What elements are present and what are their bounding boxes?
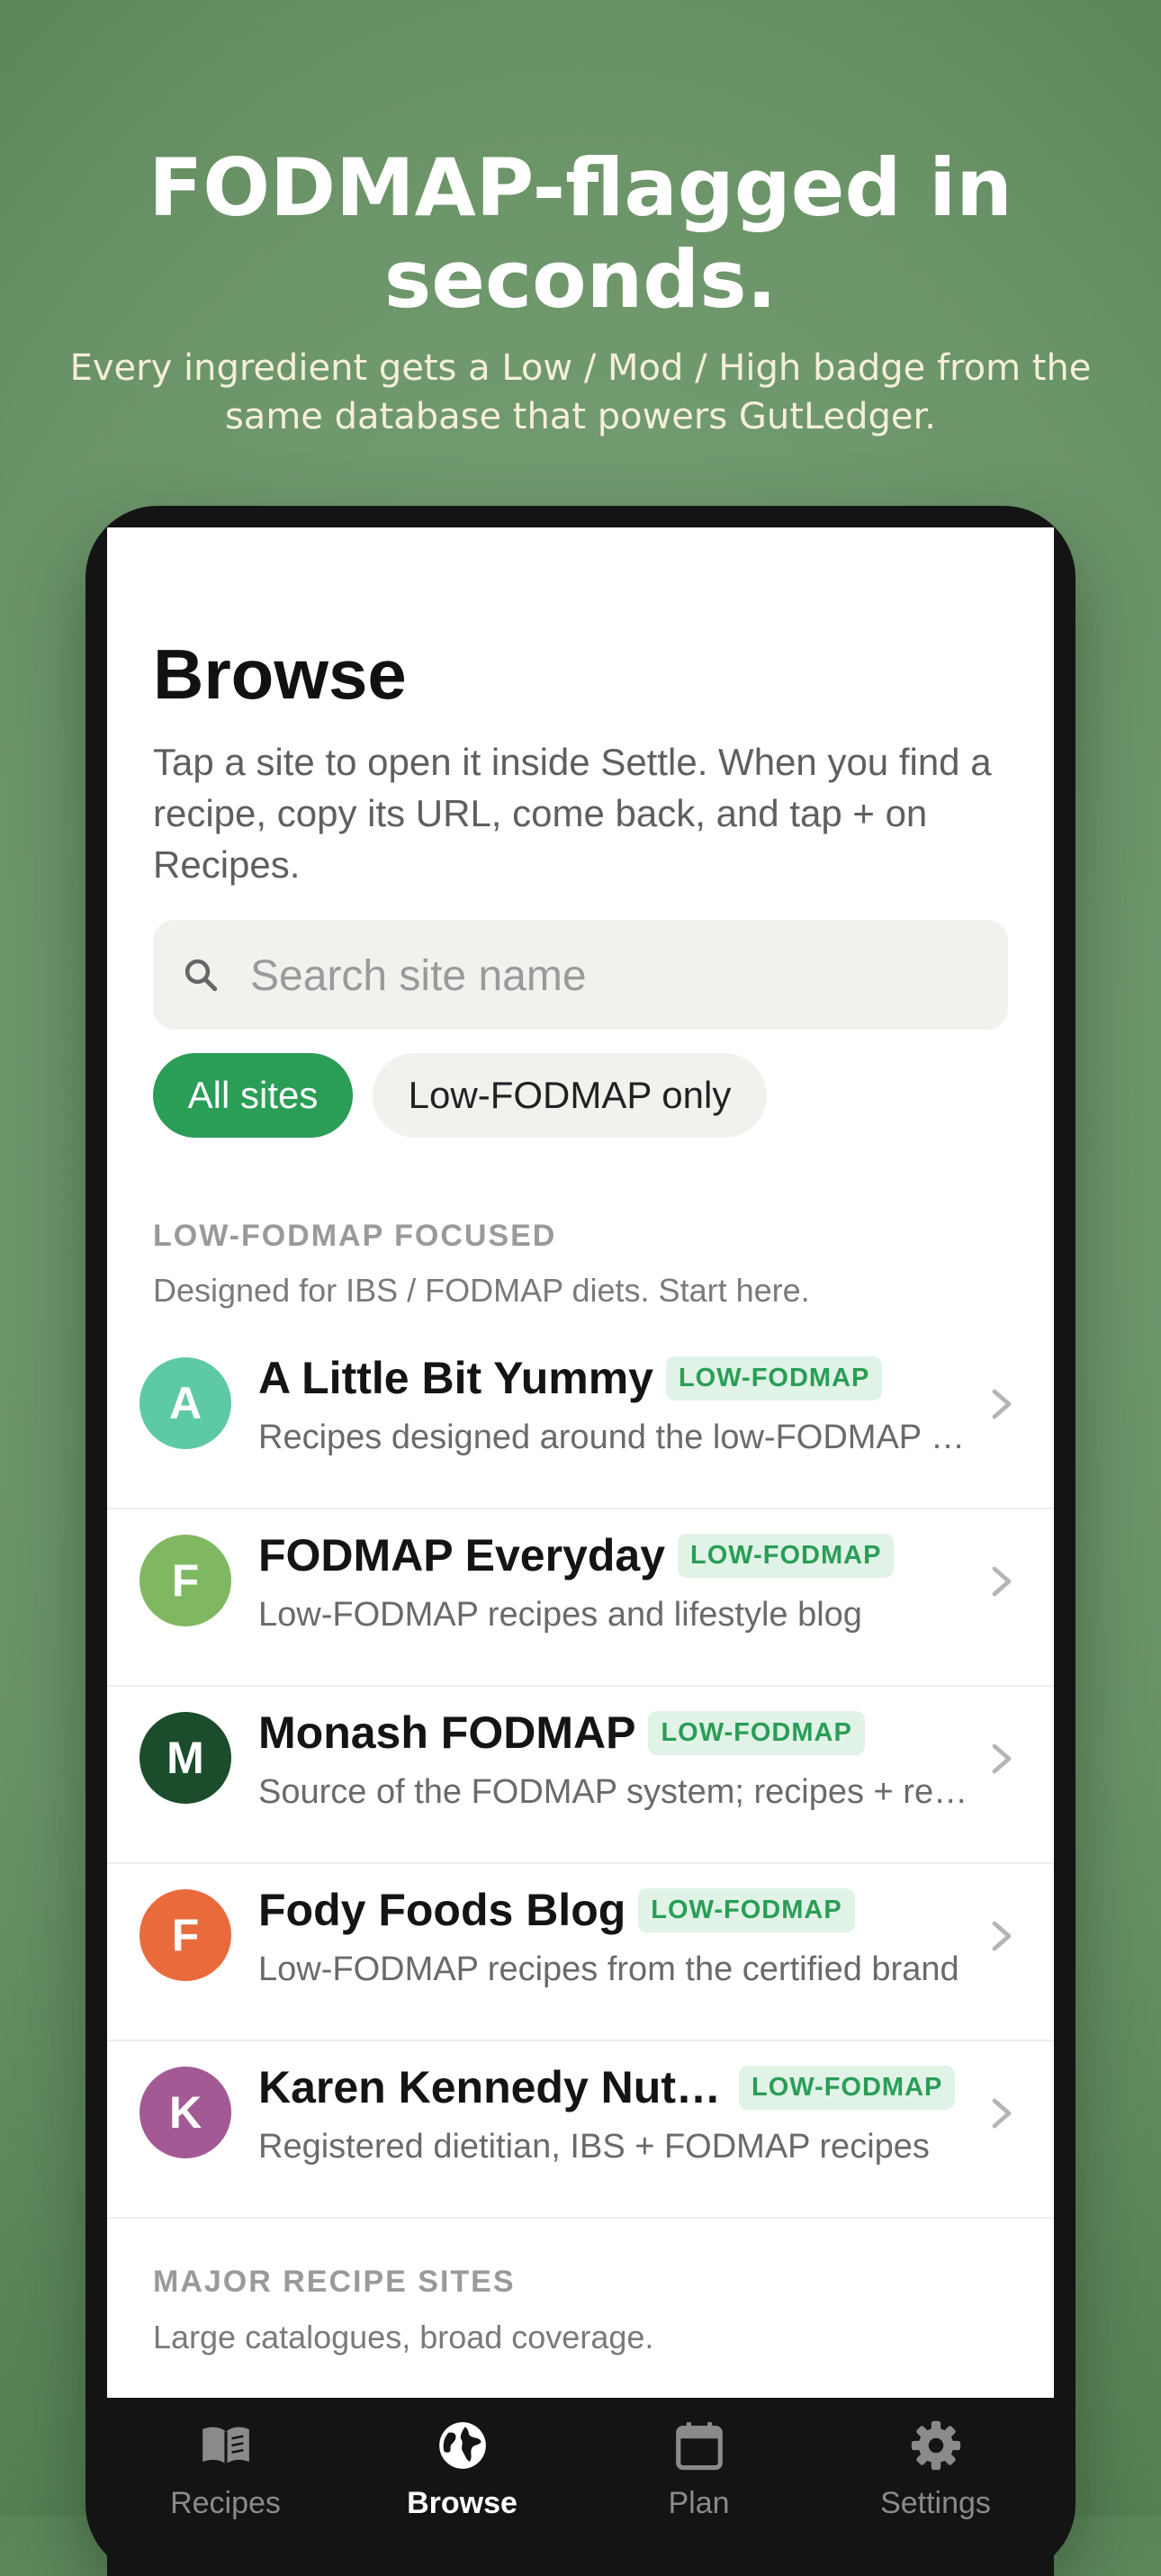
section-label-low-fodmap: LOW-FODMAP FOCUSED xyxy=(153,1219,557,1253)
gear-icon xyxy=(911,2420,961,2471)
site-description: Source of the FODMAP system; recipes + r… xyxy=(258,1773,969,1811)
tab-settings[interactable]: Settings xyxy=(817,2398,1054,2576)
bottom-tab-bar: Recipes Browse Plan Settings xyxy=(107,2398,1054,2576)
chevron-right-icon xyxy=(992,2098,1012,2129)
chevron-right-icon xyxy=(992,1921,1012,1951)
tab-browse[interactable]: Browse xyxy=(344,2398,580,2576)
site-name: A Little Bit Yummy xyxy=(258,1353,653,1403)
browse-intro-text: Tap a site to open it inside Settle. Whe… xyxy=(153,741,992,886)
low-fodmap-badge: LOW-FODMAP xyxy=(648,1710,865,1755)
hero-title: FODMAP-flagged in seconds. xyxy=(148,141,1012,326)
tab-label: Plan xyxy=(668,2486,730,2520)
site-description: Recipes designed around the low-FODMAP d… xyxy=(258,1419,969,1456)
site-name: Monash FODMAP xyxy=(258,1707,636,1758)
page-title: Browse xyxy=(153,635,407,714)
site-title-line: Monash FODMAP LOW-FODMAP xyxy=(258,1707,978,1766)
site-description: Low-FODMAP recipes and lifestyle blog xyxy=(258,1596,862,1634)
phone-frame: Browse Tap a site to open it inside Sett… xyxy=(86,506,1076,2576)
search-input[interactable] xyxy=(248,920,972,1031)
section-description-low-fodmap: Designed for IBS / FODMAP diets. Start h… xyxy=(153,1272,810,1309)
tab-label: Recipes xyxy=(170,2486,281,2520)
row-divider xyxy=(107,2217,1054,2219)
chevron-right-icon xyxy=(992,1389,1012,1419)
site-title-line: FODMAP Everyday LOW-FODMAP xyxy=(258,1529,978,1589)
site-name: FODMAP Everyday xyxy=(258,1530,666,1581)
hero-subtitle: Every ingredient gets a Low / Mod / High… xyxy=(69,347,1092,437)
site-row-fody-foods-blog[interactable]: F Fody Foods Blog LOW-FODMAP Low-FODMAP r… xyxy=(107,1864,1054,2041)
browse-screen: Browse Tap a site to open it inside Sett… xyxy=(107,527,1054,2576)
site-avatar: F xyxy=(140,1535,231,1626)
site-row-monash-fodmap[interactable]: M Monash FODMAP LOW-FODMAP Source of the … xyxy=(107,1687,1054,1864)
site-row-karen-kennedy-nutrition[interactable]: K Karen Kennedy Nutrition LOW-FODMAP Regi… xyxy=(107,2041,1054,2219)
site-description: Low-FODMAP recipes from the certified br… xyxy=(258,1950,959,1988)
open-book-icon xyxy=(202,2427,249,2464)
section-label-major-sites: MAJOR RECIPE SITES xyxy=(153,2265,516,2299)
calendar-icon xyxy=(676,2422,723,2471)
search-bar[interactable] xyxy=(153,920,1008,1031)
site-description: Registered dietitian, IBS + FODMAP recip… xyxy=(258,2128,930,2166)
tab-label: Browse xyxy=(407,2486,518,2520)
site-avatar: M xyxy=(140,1712,231,1804)
tab-label: Settings xyxy=(880,2486,991,2520)
globe-icon xyxy=(439,2422,486,2469)
search-icon xyxy=(184,959,218,992)
tab-recipes[interactable]: Recipes xyxy=(107,2398,344,2576)
low-fodmap-badge: LOW-FODMAP xyxy=(678,1533,895,1578)
site-row-a-little-bit-yummy[interactable]: A A Little Bit Yummy LOW-FODMAP Recipes d… xyxy=(107,1332,1054,1509)
site-title-line: A Little Bit Yummy LOW-FODMAP xyxy=(258,1352,978,1411)
tab-plan[interactable]: Plan xyxy=(580,2398,817,2576)
site-avatar: A xyxy=(140,1357,231,1449)
site-avatar: K xyxy=(140,2067,231,2158)
low-fodmap-badge: LOW-FODMAP xyxy=(739,2065,956,2110)
filter-chip-low-fodmap-only[interactable]: Low-FODMAP only xyxy=(373,1053,767,1138)
site-avatar: F xyxy=(140,1889,231,1981)
low-fodmap-badge: LOW-FODMAP xyxy=(665,1356,883,1401)
site-title-line: Fody Foods Blog LOW-FODMAP xyxy=(258,1884,978,1943)
chevron-right-icon xyxy=(992,1743,1012,1774)
site-list: A A Little Bit Yummy LOW-FODMAP Recipes d… xyxy=(107,1332,1054,2219)
low-fodmap-badge: LOW-FODMAP xyxy=(638,1887,855,1932)
section-description-major-sites: Large catalogues, broad coverage. xyxy=(153,2319,654,2355)
filter-chip-all-sites[interactable]: All sites xyxy=(153,1053,353,1138)
site-name: Fody Foods Blog xyxy=(258,1885,626,1935)
site-title-line: Karen Kennedy Nutrition LOW-FODMAP xyxy=(258,2061,978,2121)
site-row-fodmap-everyday[interactable]: F FODMAP Everyday LOW-FODMAP Low-FODMAP r… xyxy=(107,1509,1054,1687)
chevron-right-icon xyxy=(992,1566,1012,1597)
site-name: Karen Kennedy Nutrition xyxy=(258,2062,726,2112)
